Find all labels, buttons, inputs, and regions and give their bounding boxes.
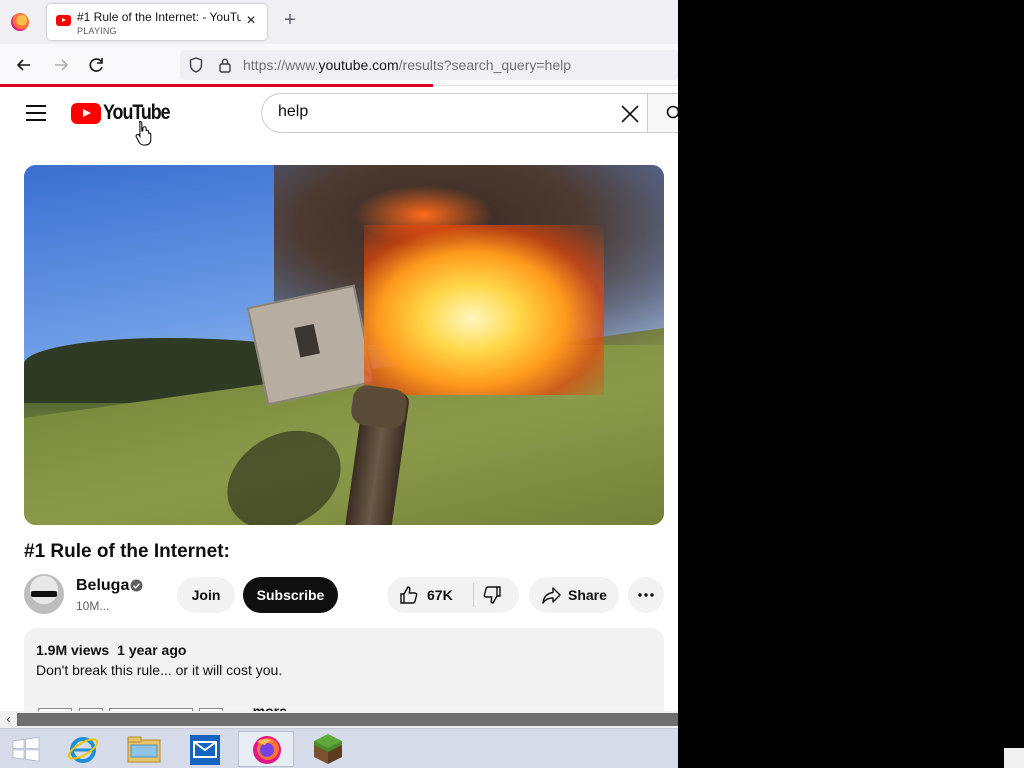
channel-avatar[interactable]	[24, 574, 64, 614]
folder-icon	[127, 736, 161, 763]
internet-explorer-icon	[67, 737, 99, 763]
corner-box	[1004, 748, 1024, 768]
more-horizontal-icon	[638, 593, 654, 597]
channel-name[interactable]: Beluga	[76, 577, 129, 595]
forward-arrow-icon	[55, 59, 69, 71]
lock-icon[interactable]	[218, 57, 232, 73]
url-text[interactable]: https://www.youtube.com/results?search_q…	[243, 57, 571, 73]
description-text: Don't break this rule... or it will cost…	[36, 662, 283, 678]
reload-icon	[89, 58, 103, 72]
description-meta: 1.9M views 1 year ago	[36, 642, 194, 658]
back-arrow-icon	[16, 59, 30, 71]
share-label: Share	[568, 587, 607, 603]
mail-icon	[190, 735, 220, 765]
navigation-bar: https://www.youtube.com/results?search_q…	[0, 44, 678, 86]
video-player[interactable]	[24, 165, 664, 525]
reload-button[interactable]	[85, 54, 107, 76]
firefox-taskbar-button[interactable]	[238, 731, 294, 767]
scroll-left-arrow-icon[interactable]: ‹	[0, 711, 17, 728]
start-button[interactable]	[0, 731, 56, 767]
tab-playing-status: PLAYING	[77, 26, 117, 36]
file-explorer-button[interactable]	[116, 731, 172, 767]
view-count: 1.9M views	[36, 642, 110, 658]
forward-button[interactable]	[50, 54, 72, 76]
taskbar	[0, 728, 678, 768]
clear-search-icon[interactable]	[618, 102, 642, 126]
search-icon	[666, 105, 678, 119]
minecraft-grass-block-icon	[314, 734, 342, 764]
like-divider	[473, 583, 474, 607]
scrollbar-thumb[interactable]	[17, 713, 678, 726]
mail-button[interactable]	[178, 731, 234, 767]
like-dislike-group: 67K	[387, 577, 519, 613]
youtube-play-logo-icon	[71, 103, 101, 124]
minecraft-button[interactable]	[300, 731, 356, 767]
share-arrow-icon	[542, 587, 561, 604]
thumbs-down-icon[interactable]	[482, 585, 502, 605]
upload-age: 1 year ago	[117, 642, 187, 658]
youtube-favicon-icon	[56, 15, 71, 26]
subscribe-button[interactable]: Subscribe	[243, 577, 338, 613]
search-input[interactable]	[278, 103, 578, 121]
video-title: #1 Rule of the Internet:	[24, 541, 230, 562]
more-actions-button[interactable]	[628, 577, 664, 613]
thumbs-up-icon[interactable]	[399, 585, 419, 605]
url-prefix: https://www.	[243, 57, 319, 73]
tracking-shield-icon[interactable]	[189, 57, 203, 73]
like-count[interactable]: 67K	[427, 587, 453, 603]
hand-cursor-icon	[135, 120, 152, 146]
tab-close-icon[interactable]: ×	[243, 13, 259, 29]
address-bar[interactable]: https://www.youtube.com/results?search_q…	[180, 50, 678, 80]
share-button[interactable]: Share	[529, 577, 619, 613]
youtube-page: YouTube help #1 Rule of the Internet: Be…	[0, 87, 678, 728]
internet-explorer-button[interactable]	[56, 731, 112, 767]
search-box[interactable]	[261, 93, 648, 133]
windows-logo-icon	[12, 736, 40, 762]
firefox-icon	[253, 736, 281, 764]
subscriber-count: 10M...	[76, 599, 110, 613]
url-host: youtube.com	[318, 57, 399, 73]
verified-check-icon	[130, 579, 143, 592]
browser-window: #1 Rule of the Internet: - YouTube PLAYI…	[0, 0, 678, 728]
video-frame-fireball	[364, 225, 604, 395]
tab-strip: #1 Rule of the Internet: - YouTube PLAYI…	[0, 0, 678, 44]
back-button[interactable]	[13, 54, 35, 76]
new-tab-icon[interactable]: +	[280, 10, 300, 30]
firefox-menu-icon[interactable]	[11, 13, 29, 31]
tab-title: #1 Rule of the Internet: - YouTube	[77, 10, 241, 24]
screen: #1 Rule of the Internet: - YouTube PLAYI…	[0, 0, 1024, 768]
horizontal-scrollbar[interactable]: ‹	[0, 711, 678, 728]
search-button[interactable]	[647, 93, 678, 133]
video-frame-nozzle	[349, 383, 409, 431]
url-path: /results?search_query=help	[398, 57, 572, 73]
hamburger-menu-icon[interactable]	[26, 105, 46, 121]
tab-youtube[interactable]: #1 Rule of the Internet: - YouTube PLAYI…	[47, 4, 267, 40]
join-button[interactable]: Join	[177, 577, 235, 613]
